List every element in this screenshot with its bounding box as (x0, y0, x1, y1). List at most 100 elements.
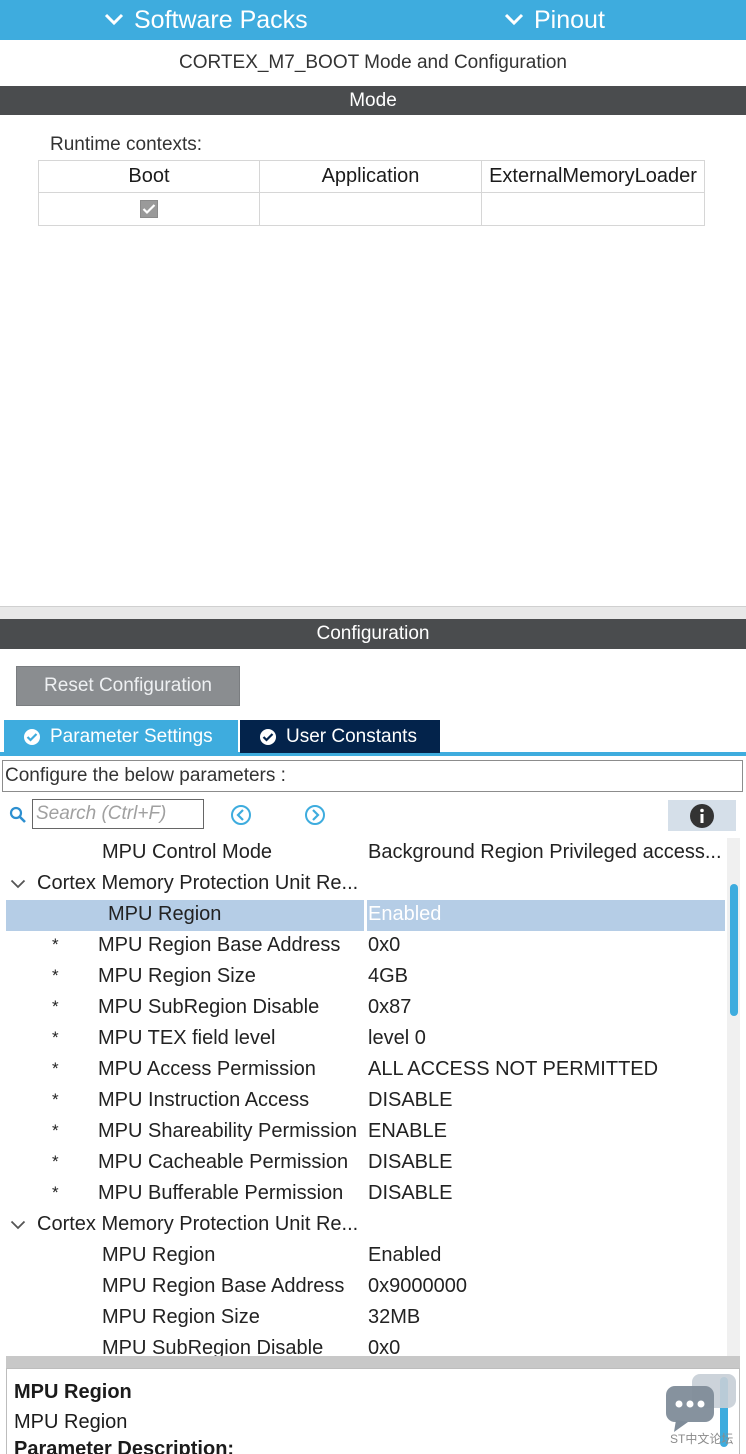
software-packs-menu[interactable]: Software Packs (104, 0, 308, 40)
tree-param-row[interactable]: * MPU TEX field level level 0 (0, 1024, 727, 1055)
search-icon[interactable] (9, 806, 27, 829)
check-circle-icon (260, 728, 276, 745)
param-name: MPU TEX field level (98, 1027, 276, 1049)
param-name: MPU Region Base Address (102, 1275, 345, 1297)
pinout-label: Pinout (534, 5, 605, 34)
tree-param-row[interactable]: MPU Region Enabled (0, 1241, 727, 1272)
panel-splitter[interactable] (0, 606, 746, 619)
runtime-contexts-table: Boot Application ExternalMemoryLoader (38, 160, 705, 226)
param-name: MPU Control Mode (102, 841, 273, 863)
tab-user-constants[interactable]: User Constants (240, 720, 440, 753)
tree-param-row[interactable]: * MPU SubRegion Disable 0x87 (0, 993, 727, 1024)
tab-user-constants-label: User Constants (286, 725, 417, 747)
info-button[interactable] (668, 800, 736, 831)
chevron-down-icon[interactable] (10, 879, 26, 889)
modified-marker: * (52, 966, 59, 985)
chevron-down-icon (504, 13, 524, 26)
chevron-down-icon[interactable] (10, 1220, 26, 1230)
modified-marker: * (52, 1059, 59, 1078)
tree-param-row[interactable]: MPU Control Mode Background Region Privil… (0, 838, 727, 869)
param-value[interactable]: Enabled (368, 903, 441, 926)
tree-param-row[interactable]: * MPU Region Size 4GB (0, 962, 727, 993)
configure-hint: Configure the below parameters : (2, 760, 743, 792)
param-value[interactable]: level 0 (368, 1027, 426, 1050)
param-value[interactable]: 32MB (368, 1306, 420, 1329)
runtime-contexts-header: Boot Application ExternalMemoryLoader (39, 161, 704, 193)
param-name: MPU Access Permission (98, 1058, 316, 1080)
param-name: MPU Shareability Permission (98, 1120, 357, 1142)
modified-marker: * (52, 1028, 59, 1047)
param-name: MPU Region Base Address (98, 934, 341, 956)
modified-marker: * (52, 1090, 59, 1109)
top-nav-bar: Software Packs Pinout (0, 0, 746, 40)
param-value[interactable]: 4GB (368, 965, 408, 988)
param-name: MPU Region (108, 903, 222, 925)
description-splitter[interactable] (6, 1356, 740, 1368)
pinout-menu[interactable]: Pinout (504, 0, 605, 40)
param-name: MPU SubRegion Disable (98, 996, 320, 1018)
modified-marker: * (52, 1121, 59, 1140)
tree-param-row[interactable]: * MPU Shareability Permission ENABLE (0, 1117, 727, 1148)
description-title: MPU Region (14, 1381, 132, 1403)
tree-param-row[interactable]: * MPU Access Permission ALL ACCESS NOT PER… (0, 1055, 727, 1086)
tab-parameter-settings[interactable]: Parameter Settings (4, 720, 238, 753)
tree-group-label: Cortex Memory Protection Unit Re... (37, 872, 359, 894)
param-value[interactable]: 0x0 (368, 1337, 400, 1356)
chevron-down-icon (104, 13, 124, 26)
param-name: MPU Region (102, 1244, 216, 1266)
forum-watermark-text: ST中文论坛 (670, 1432, 734, 1446)
param-value[interactable]: Enabled (368, 1244, 441, 1267)
param-value[interactable]: 0x0 (368, 934, 400, 957)
param-value[interactable]: DISABLE (368, 1089, 452, 1112)
tree-group-row[interactable]: Cortex Memory Protection Unit Re... (0, 1210, 727, 1241)
param-value[interactable]: 0x87 (368, 996, 411, 1019)
description-subtitle: MPU Region (14, 1411, 128, 1433)
application-cell (260, 193, 482, 225)
tree-param-row[interactable]: MPU Region Base Address 0x9000000 (0, 1272, 727, 1303)
tree-param-row[interactable]: * MPU Instruction Access DISABLE (0, 1086, 727, 1117)
column-header-boot: Boot (39, 161, 260, 192)
modified-marker: * (52, 935, 59, 954)
param-name: MPU Instruction Access (98, 1089, 310, 1111)
search-previous-icon[interactable] (230, 804, 252, 831)
tree-param-row[interactable]: MPU Region Size 32MB (0, 1303, 727, 1334)
tree-param-row[interactable]: * MPU Region Base Address 0x0 (0, 931, 727, 962)
runtime-contexts-row (39, 193, 704, 225)
param-name: MPU SubRegion Disable (102, 1337, 324, 1356)
modified-marker: * (52, 1152, 59, 1171)
scrollbar-thumb[interactable] (730, 884, 738, 1016)
param-value[interactable]: DISABLE (368, 1182, 452, 1205)
param-value[interactable]: Background Region Privileged access... (368, 841, 722, 864)
column-divider (364, 900, 367, 931)
column-header-external-memory-loader: ExternalMemoryLoader (489, 165, 697, 187)
param-name: MPU Region Size (98, 965, 256, 987)
param-name: MPU Bufferable Permission (98, 1182, 344, 1204)
param-name: MPU Region Size (102, 1306, 260, 1328)
checkmark-icon (142, 204, 156, 215)
tree-group-row[interactable]: Cortex Memory Protection Unit Re... (0, 869, 727, 900)
param-value[interactable]: DISABLE (368, 1151, 452, 1174)
param-value[interactable]: ALL ACCESS NOT PERMITTED (368, 1058, 658, 1081)
search-input[interactable] (32, 799, 204, 829)
external-memory-loader-cell (482, 193, 704, 225)
search-next-icon[interactable] (304, 804, 326, 831)
tree-param-row[interactable]: * MPU Cacheable Permission DISABLE (0, 1148, 727, 1179)
tree-param-row[interactable]: MPU SubRegion Disable 0x0 (0, 1334, 727, 1356)
param-value[interactable]: 0x9000000 (368, 1275, 467, 1298)
param-name: MPU Cacheable Permission (98, 1151, 349, 1173)
software-packs-label: Software Packs (134, 5, 308, 34)
tree-param-row[interactable]: * MPU Bufferable Permission DISABLE (0, 1179, 727, 1210)
boot-cell (39, 193, 260, 225)
boot-checkbox[interactable] (140, 200, 158, 218)
column-header-application: Application (260, 161, 482, 192)
parameter-tree-scrollbar[interactable] (727, 838, 740, 1356)
configuration-tabs: Parameter Settings User Constants (0, 720, 746, 756)
param-value[interactable]: ENABLE (368, 1120, 447, 1143)
configuration-section-header: Configuration (0, 619, 746, 649)
reset-configuration-button[interactable]: Reset Configuration (16, 666, 240, 706)
tree-param-row-selected[interactable]: MPU Region Enabled (6, 900, 725, 931)
tree-group-label: Cortex Memory Protection Unit Re... (37, 1213, 359, 1235)
peripheral-title: CORTEX_M7_BOOT Mode and Configuration (179, 52, 567, 73)
modified-marker: * (52, 997, 59, 1016)
parameter-description-panel: MPU Region MPU Region Parameter Descript… (6, 1368, 740, 1454)
